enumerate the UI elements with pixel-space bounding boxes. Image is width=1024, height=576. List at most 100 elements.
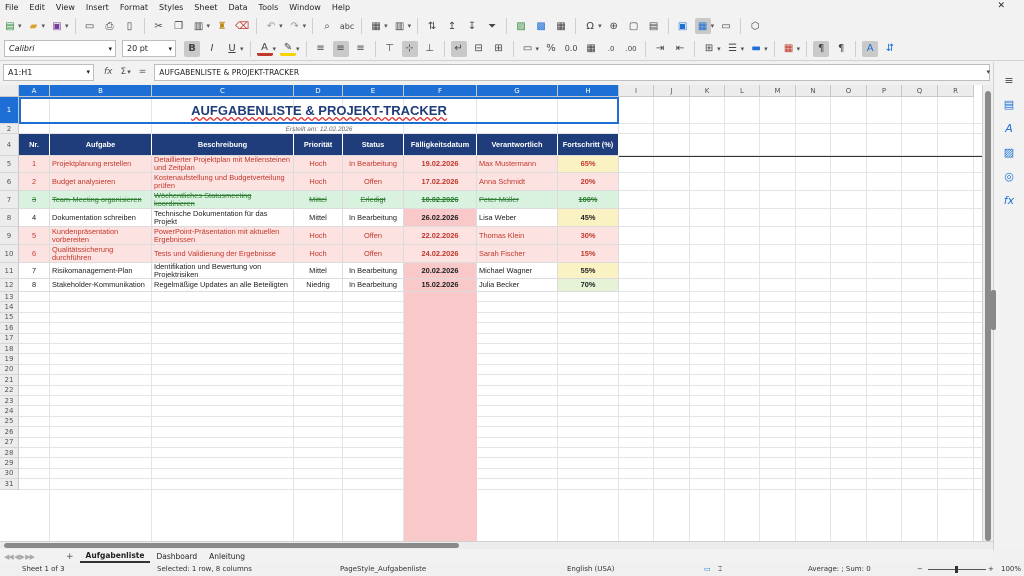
menu-tools[interactable]: Tools bbox=[259, 3, 279, 12]
undo-icon[interactable]: ↶ bbox=[263, 18, 279, 34]
zoom-level[interactable]: 100% bbox=[1001, 565, 1021, 573]
table-header-cell[interactable]: Beschreibung bbox=[152, 134, 294, 156]
sidebar-resize-handle[interactable] bbox=[991, 290, 996, 330]
menu-icon[interactable]: ≡ bbox=[1001, 74, 1017, 90]
row-header-31[interactable]: 31 bbox=[0, 479, 19, 490]
insert-image-icon[interactable]: ▨ bbox=[513, 18, 529, 34]
comment-icon[interactable]: ▢ bbox=[626, 18, 642, 34]
column-header-l[interactable]: L bbox=[725, 85, 760, 97]
sheet-title[interactable]: AUFGABENLISTE & PROJEKT-TRACKER bbox=[19, 97, 619, 124]
sort-ascending-icon[interactable]: ↥ bbox=[444, 18, 460, 34]
table-header-cell[interactable]: Priorität bbox=[294, 134, 343, 156]
table-cell-task[interactable]: Qualitätssicherung durchführen bbox=[50, 245, 152, 263]
row-header-29[interactable]: 29 bbox=[0, 458, 19, 469]
header-footer-icon[interactable]: ▤ bbox=[646, 18, 662, 34]
table-cell-desc[interactable]: Regelmäßige Updates an alle Beteiligten bbox=[152, 279, 294, 292]
table-cell-progress[interactable]: 70% bbox=[558, 279, 619, 292]
special-character-icon[interactable]: Ω bbox=[582, 18, 598, 34]
table-cell-due[interactable]: 15.02.2026 bbox=[404, 279, 477, 292]
row-header-10[interactable]: 10 bbox=[0, 245, 19, 263]
status-language[interactable]: English (USA) bbox=[567, 565, 614, 573]
sort-descending-icon[interactable]: ↧ bbox=[464, 18, 480, 34]
column-header-i[interactable]: I bbox=[619, 85, 654, 97]
table-cell-task[interactable]: Projektplanung erstellen bbox=[50, 156, 152, 173]
row-header-11[interactable]: 11 bbox=[0, 263, 19, 279]
column-header-r[interactable]: R bbox=[938, 85, 974, 97]
menu-window[interactable]: Window bbox=[289, 3, 321, 12]
table-cell-desc[interactable]: Detaillierter Projektplan mit Meilenstei… bbox=[152, 156, 294, 173]
equals-icon[interactable]: = bbox=[139, 67, 147, 77]
clone-formatting-icon[interactable]: ♜ bbox=[214, 18, 230, 34]
row-header-20[interactable]: 20 bbox=[0, 364, 19, 376]
column-header-c[interactable]: C bbox=[152, 85, 294, 97]
column-dropdown-icon[interactable]: ▾ bbox=[408, 22, 412, 30]
table-cell-task[interactable]: Team-Meeting organisieren bbox=[50, 191, 152, 209]
sum-icon[interactable]: Σ bbox=[121, 67, 127, 77]
row-header-18[interactable]: 18 bbox=[0, 344, 19, 355]
column-header-a[interactable]: A bbox=[19, 85, 50, 97]
table-cell-progress[interactable]: 20% bbox=[558, 173, 619, 191]
row-header-28[interactable]: 28 bbox=[0, 448, 19, 459]
table-cell-status[interactable]: Offen bbox=[343, 173, 404, 191]
conditional-format-icon[interactable]: ▦ bbox=[781, 41, 797, 57]
row-header-2[interactable]: 2 bbox=[0, 124, 19, 134]
border-color-dropdown-icon[interactable]: ▾ bbox=[764, 45, 768, 53]
font-color-icon[interactable]: A bbox=[256, 42, 273, 56]
table-cell-progress[interactable]: 15% bbox=[558, 245, 619, 263]
font-color-dropdown-icon[interactable]: ▾ bbox=[273, 45, 277, 53]
menu-view[interactable]: View bbox=[56, 3, 75, 12]
row-header-12[interactable]: 12 bbox=[0, 279, 19, 292]
table-cell-status[interactable]: In Bearbeitung bbox=[343, 156, 404, 173]
table-cell-nr[interactable]: 4 bbox=[19, 209, 50, 227]
export-pdf-icon[interactable]: ▭ bbox=[82, 18, 98, 34]
merge-center-icon[interactable]: ⊟ bbox=[471, 41, 487, 57]
highlight-dropdown-icon[interactable]: ▾ bbox=[296, 45, 300, 53]
table-cell-nr[interactable]: 3 bbox=[19, 191, 50, 209]
column-icon[interactable]: ▥ bbox=[392, 18, 408, 34]
selection-mode-icon[interactable]: ▭ bbox=[704, 565, 711, 573]
table-cell-progress[interactable]: 100% bbox=[558, 191, 619, 209]
underline-icon[interactable]: U bbox=[224, 41, 240, 57]
table-cell-progress[interactable]: 55% bbox=[558, 263, 619, 279]
select-all-corner[interactable] bbox=[0, 85, 19, 97]
table-cell-nr[interactable]: 7 bbox=[19, 263, 50, 279]
close-document-icon[interactable]: ✕ bbox=[997, 1, 1005, 11]
table-cell-status[interactable]: Erledigt bbox=[343, 191, 404, 209]
row-header-24[interactable]: 24 bbox=[0, 406, 19, 417]
table-cell-progress[interactable]: 45% bbox=[558, 209, 619, 227]
sum-dropdown-icon[interactable]: ▾ bbox=[127, 68, 131, 76]
column-header-o[interactable]: O bbox=[831, 85, 867, 97]
align-middle-icon[interactable]: ⊹ bbox=[401, 40, 418, 57]
freeze-dropdown-icon[interactable]: ▾ bbox=[711, 22, 715, 30]
row-header-15[interactable]: 15 bbox=[0, 312, 19, 324]
border-style-dropdown-icon[interactable]: ▾ bbox=[741, 45, 745, 53]
highlight-color-icon[interactable]: ✎ bbox=[280, 42, 297, 56]
row-header-21[interactable]: 21 bbox=[0, 375, 19, 386]
row-header-16[interactable]: 16 bbox=[0, 323, 19, 334]
table-cell-status[interactable]: Offen bbox=[343, 227, 404, 245]
table-header-cell[interactable]: Verantwortlich bbox=[477, 134, 558, 156]
paste-dropdown-icon[interactable]: ▾ bbox=[207, 22, 211, 30]
expand-formula-icon[interactable]: ▾ bbox=[986, 68, 990, 76]
row-header-6[interactable]: 6 bbox=[0, 173, 19, 191]
menu-edit[interactable]: Edit bbox=[29, 3, 45, 12]
table-cell-prio[interactable]: Hoch bbox=[294, 156, 343, 173]
align-center-icon[interactable]: ≡ bbox=[332, 40, 349, 57]
table-cell-progress[interactable]: 65% bbox=[558, 156, 619, 173]
table-cell-status[interactable]: In Bearbeitung bbox=[343, 209, 404, 227]
redo-dropdown-icon[interactable]: ▾ bbox=[303, 22, 307, 30]
left-to-right-icon[interactable]: ¶ bbox=[813, 40, 830, 57]
table-cell-due[interactable]: 19.02.2026 bbox=[404, 156, 477, 173]
sort-icon[interactable]: ⇅ bbox=[424, 18, 440, 34]
percent-format-icon[interactable]: % bbox=[543, 41, 559, 57]
table-cell-owner[interactable]: Thomas Klein bbox=[477, 227, 558, 245]
formula-input[interactable]: AUFGABENLISTE & PROJEKT-TRACKER bbox=[154, 63, 991, 81]
font-size-box[interactable]: 20 pt ▾ bbox=[122, 40, 176, 57]
sheet-tab-aufgabenliste[interactable]: Aufgabenliste bbox=[79, 550, 151, 563]
table-cell-prio[interactable]: Mittel bbox=[294, 263, 343, 279]
table-cell-task[interactable]: Budget analysieren bbox=[50, 173, 152, 191]
horizontal-scrollbar[interactable] bbox=[0, 542, 993, 549]
table-cell-due[interactable]: 20.02.2026 bbox=[404, 263, 477, 279]
table-cell-task[interactable]: Risikomanagement-Plan bbox=[50, 263, 152, 279]
table-cell-status[interactable]: In Bearbeitung bbox=[343, 263, 404, 279]
